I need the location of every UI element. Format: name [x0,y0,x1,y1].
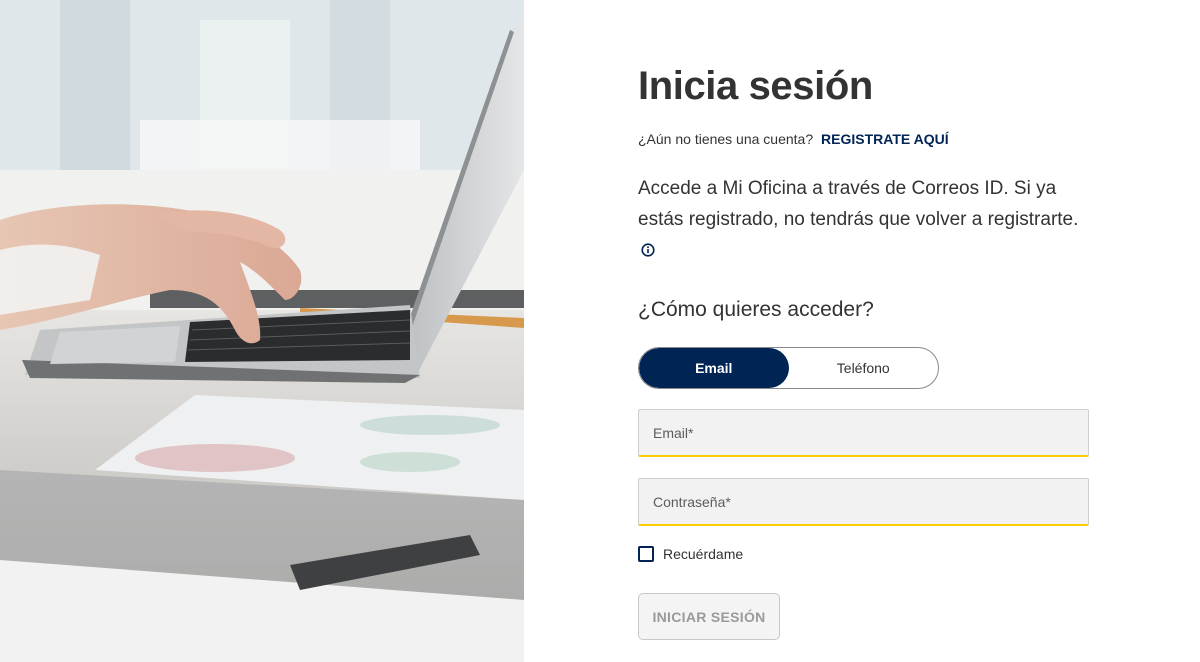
phone-option-button[interactable]: Teléfono [789,348,939,388]
email-field[interactable]: Email* [638,409,1089,457]
login-panel: Inicia sesión ¿Aún no tienes una cuenta?… [524,0,1200,662]
remember-me-checkbox[interactable] [638,546,654,562]
login-submit-button[interactable]: INICIAR SESIÓN [638,593,780,640]
password-placeholder: Contraseña* [653,494,731,510]
hero-photo [0,0,524,662]
signup-prompt-row: ¿Aún no tienes una cuenta? REGISTRATE AQ… [638,131,949,147]
intro-text-block: Accede a Mi Oficina a través de Correos … [638,173,1088,266]
access-method-toggle: Email Teléfono [638,347,939,389]
info-circle-icon[interactable] [641,243,655,257]
remember-me-row[interactable]: Recuérdame [638,546,743,562]
password-field[interactable]: Contraseña* [638,478,1089,526]
email-option-button[interactable]: Email [639,348,789,388]
email-placeholder: Email* [653,425,694,441]
register-link[interactable]: REGISTRATE AQUÍ [821,131,949,147]
laptop-photo-illustration [0,0,524,662]
remember-me-label: Recuérdame [663,546,744,562]
intro-text: Accede a Mi Oficina a través de Correos … [638,178,1079,230]
page-title: Inicia sesión [638,64,873,108]
access-question: ¿Cómo quieres acceder? [638,298,874,321]
signup-prompt: ¿Aún no tienes una cuenta? [638,131,814,147]
